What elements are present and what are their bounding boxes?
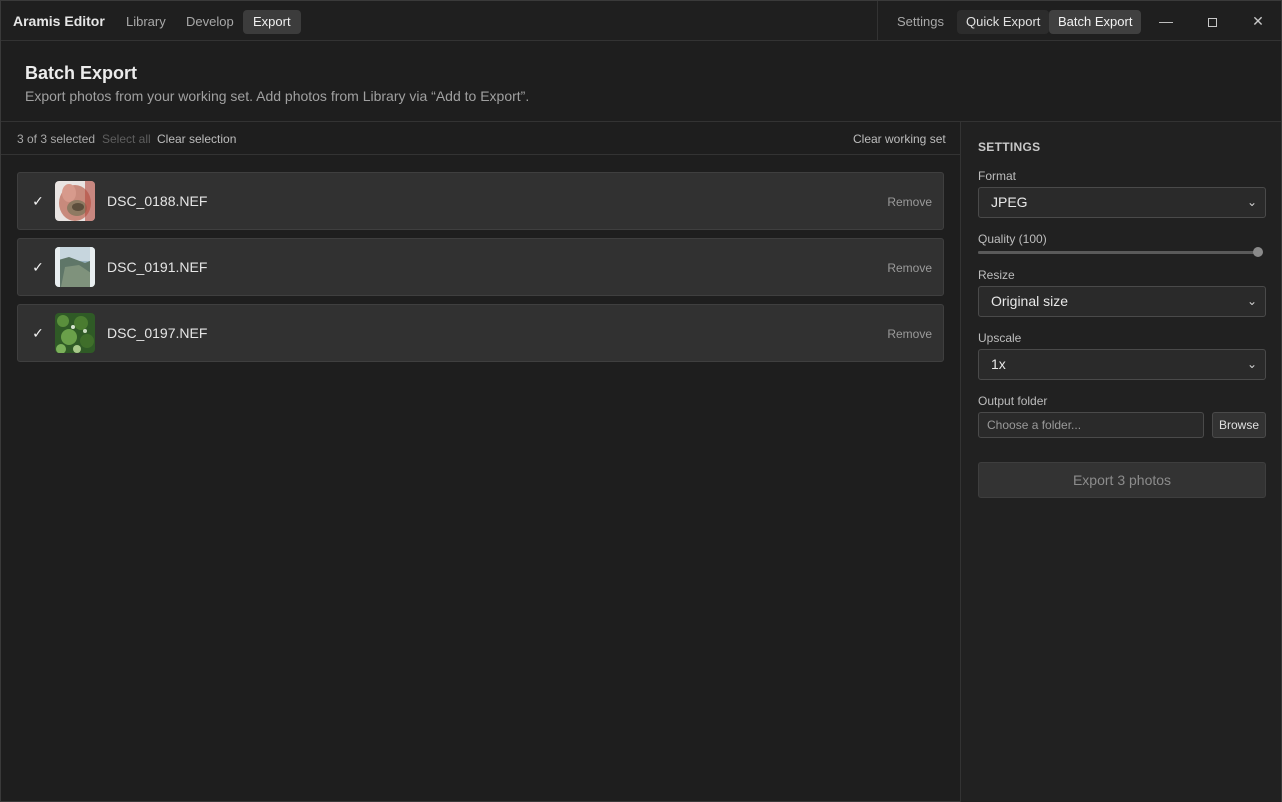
browse-button[interactable]: Browse (1212, 412, 1266, 438)
close-button[interactable]: ✕ (1243, 7, 1273, 35)
quality-slider[interactable] (978, 251, 1256, 254)
batch-export-tab[interactable]: Batch Export (1049, 10, 1142, 34)
page-title: Batch Export (25, 63, 138, 83)
file-name: DSC_0188.NEF (107, 193, 208, 209)
clear-selection-link[interactable]: Clear selection (157, 132, 236, 146)
resize-select[interactable]: Original size ⌄ (978, 286, 1266, 317)
maximize-icon (1207, 17, 1217, 27)
resize-label: Resize (978, 268, 1015, 282)
upscale-select[interactable]: 1x ⌄ (978, 349, 1266, 380)
page-header: Batch Export Export photos from your wor… (1, 41, 1281, 122)
close-icon: ✕ (1252, 13, 1264, 29)
remove-button[interactable]: Remove (887, 261, 932, 275)
working-set-panel: 3 of 3 selected Select all Clear selecti… (1, 122, 960, 802)
remove-button[interactable]: Remove (887, 195, 932, 209)
select-all-link[interactable]: Select all (102, 132, 151, 146)
tab-develop[interactable]: Develop (176, 10, 244, 34)
export-button[interactable]: Export 3 photos (978, 462, 1266, 498)
file-name: DSC_0197.NEF (107, 325, 208, 341)
format-value: JPEG (991, 194, 1028, 210)
resize-value: Original size (991, 293, 1069, 309)
tab-export[interactable]: Export (243, 10, 301, 34)
chevron-down-icon: ⌄ (1246, 357, 1257, 371)
foliage-icon (55, 313, 95, 353)
settings-section-title: SETTINGS (978, 140, 1041, 154)
settings-tab[interactable]: Settings (888, 10, 953, 34)
quality-label: Quality (100) (978, 232, 1047, 246)
upscale-label: Upscale (978, 331, 1022, 345)
quality-slider-handle[interactable] (1253, 247, 1263, 257)
tab-library[interactable]: Library (116, 10, 176, 34)
chevron-down-icon: ⌄ (1246, 294, 1257, 308)
format-label: Format (978, 169, 1017, 183)
selection-count: 3 of 3 selected (17, 132, 96, 146)
file-checkbox[interactable]: ✓ (30, 259, 46, 275)
chevron-down-icon: ⌄ (1246, 195, 1257, 209)
file-checkbox[interactable]: ✓ (30, 193, 46, 209)
file-name: DSC_0191.NEF (107, 259, 208, 275)
titlebar-divider (877, 1, 878, 41)
app-title: Aramis Editor (13, 13, 105, 29)
format-select[interactable]: JPEG ⌄ (978, 187, 1266, 218)
hand-icon (55, 181, 95, 221)
output-folder-label: Output folder (978, 394, 1048, 408)
file-checkbox[interactable]: ✓ (30, 325, 46, 341)
settings-panel: SETTINGS Format JPEG ⌄ Quality (100) Res… (960, 122, 1281, 802)
maximize-button[interactable] (1197, 7, 1227, 35)
file-row[interactable]: ✓ DSC_0191.NEF Remove (17, 238, 944, 296)
upscale-value: 1x (991, 356, 1006, 372)
output-folder-input[interactable]: Choose a folder... (978, 412, 1204, 438)
quality-slider-fill (978, 251, 1256, 254)
file-row[interactable]: ✓ DSC_0197.NEF Remove (17, 304, 944, 362)
title-bar: Aramis Editor Library Develop Export Set… (1, 1, 1281, 41)
selection-bar: 3 of 3 selected Select all Clear selecti… (1, 122, 960, 155)
quick-export-tab[interactable]: Quick Export (957, 10, 1050, 34)
file-row[interactable]: ✓ DSC_0188.NEF Remove (17, 172, 944, 230)
remove-button[interactable]: Remove (887, 327, 932, 341)
landscape-icon (55, 247, 95, 287)
minimize-button[interactable]: — (1151, 7, 1181, 35)
clear-working-set-link[interactable]: Clear working set (853, 132, 946, 146)
minimize-icon: — (1159, 13, 1173, 29)
app-window: Aramis Editor Library Develop Export Set… (0, 0, 1282, 802)
page-subtitle: Export photos from your working set. Add… (25, 88, 530, 104)
